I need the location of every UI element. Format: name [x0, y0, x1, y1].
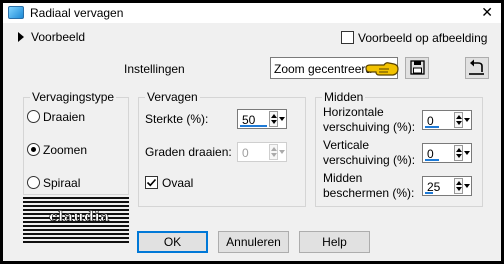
- preset-dropdown[interactable]: Zoom gecentreerd: [270, 57, 399, 79]
- radio-draaien[interactable]: [27, 110, 40, 123]
- ok-button[interactable]: OK: [137, 231, 208, 253]
- floppy-disk-icon: [410, 60, 425, 75]
- radio-zoomen[interactable]: [27, 143, 40, 156]
- reset-arrow-icon: [469, 59, 484, 75]
- pointing-hand-icon: [365, 62, 399, 76]
- strength-slider-fill: [240, 125, 267, 127]
- watermark-logo: claudia: [23, 197, 129, 245]
- twist-dropdown-icon: [279, 150, 285, 154]
- close-icon[interactable]: ✕: [481, 4, 493, 20]
- strength-dropdown-icon[interactable]: [279, 117, 285, 121]
- twist-label: Graden draaien:: [145, 145, 232, 159]
- preview-on-image-checkbox[interactable]: [341, 31, 354, 44]
- vertical-offset-spinner[interactable]: 0: [422, 143, 472, 163]
- protect-center-spinner[interactable]: 25: [422, 176, 472, 196]
- window-title: Radiaal vervagen: [30, 6, 124, 20]
- twist-spinner: 0: [237, 142, 287, 162]
- protect-center-label-2: beschermen (%):: [323, 186, 415, 200]
- strength-spinner[interactable]: 50: [237, 109, 287, 129]
- radio-zoomen-label: Zoomen: [43, 143, 88, 157]
- cancel-button[interactable]: Annuleren: [218, 231, 289, 253]
- strength-label: Sterkte (%):: [145, 112, 209, 126]
- horizontal-offset-slider-fill: [425, 126, 439, 128]
- watermark-text: claudia: [49, 209, 110, 226]
- horizontal-offset-label-2: verschuiving (%):: [323, 120, 416, 134]
- help-button[interactable]: Help: [299, 231, 370, 253]
- vertical-offset-slider-fill: [425, 159, 439, 161]
- protect-center-label-1: Midden: [323, 171, 363, 185]
- preview-toggle[interactable]: Voorbeeld: [18, 30, 85, 44]
- horizontal-offset-spinner[interactable]: 0: [422, 110, 472, 130]
- radio-draaien-label: Draaien: [43, 110, 86, 124]
- expand-triangle-icon: [18, 32, 24, 42]
- preview-on-image-label: Voorbeeld op afbeelding: [358, 31, 488, 45]
- preview-label: Voorbeeld: [31, 30, 86, 44]
- preset-value: Zoom gecentreerd: [274, 62, 373, 76]
- settings-label: Instellingen: [124, 62, 185, 76]
- center-title: Midden: [322, 90, 366, 104]
- reset-defaults-button[interactable]: [465, 57, 489, 79]
- blur-type-title: Vervagingstype: [30, 90, 117, 104]
- vertical-offset-stepper-arrows[interactable]: [454, 145, 463, 161]
- twist-value: 0: [242, 146, 249, 160]
- oval-label: Ovaal: [162, 176, 194, 190]
- title-bar: Radiaal vervagen ✕: [3, 3, 501, 23]
- blur-title: Vervagen: [145, 90, 200, 104]
- vertical-offset-label-1: Verticale: [323, 138, 370, 152]
- horizontal-offset-label-1: Horizontale: [323, 105, 384, 119]
- save-preset-button[interactable]: [405, 57, 429, 79]
- radio-spiraal[interactable]: [27, 176, 40, 189]
- checkmark-icon: [146, 178, 157, 187]
- vertical-offset-dropdown-icon[interactable]: [464, 151, 470, 155]
- radio-spiraal-label: Spiraal: [43, 176, 81, 190]
- protect-center-stepper-arrows[interactable]: [454, 178, 463, 194]
- horizontal-offset-stepper-arrows[interactable]: [454, 112, 463, 128]
- twist-stepper-arrows: [269, 144, 278, 160]
- horizontal-offset-dropdown-icon[interactable]: [464, 118, 470, 122]
- protect-center-slider-fill: [425, 192, 433, 194]
- protect-center-dropdown-icon[interactable]: [464, 184, 470, 188]
- app-icon: [8, 6, 24, 19]
- vertical-offset-label-2: verschuiving (%):: [323, 153, 416, 167]
- strength-stepper-arrows[interactable]: [269, 111, 278, 127]
- oval-checkbox[interactable]: [145, 176, 158, 189]
